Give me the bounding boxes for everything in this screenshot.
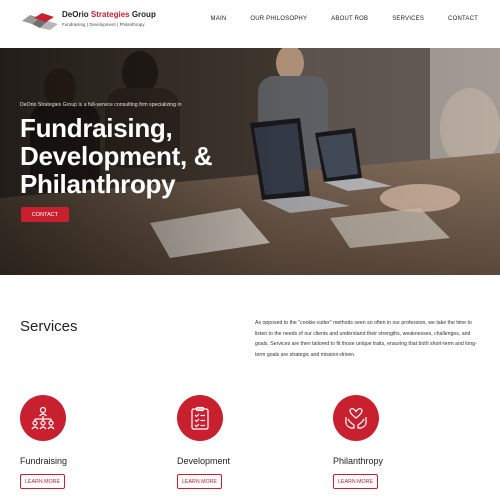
logo-mark-icon: [20, 12, 60, 32]
logo-name-part1: DeOrio: [62, 10, 89, 19]
card-title: Development: [177, 456, 231, 466]
hero-title: Fundraising, Development, & Philanthropy: [20, 114, 280, 198]
services-title: Services: [20, 318, 78, 335]
contact-button[interactable]: CONTACT: [21, 207, 69, 222]
learn-more-button[interactable]: LEARN MORE: [333, 474, 378, 489]
hero-title-line-2: Development, &: [20, 141, 213, 171]
hero-tagline: DeOrio Strategies Group is a full-servic…: [20, 102, 182, 108]
card-title: Fundraising: [20, 456, 68, 466]
services-description: As opposed to the "cookie-cutter" method…: [255, 320, 477, 358]
logo-tagline: Fundraising | Development | Philanthropy: [62, 22, 145, 27]
learn-more-button[interactable]: LEARN MORE: [20, 474, 65, 489]
hero-title-line-1: Fundraising,: [20, 113, 173, 143]
hero-section: DeOrio Strategies Group is a full-servic…: [0, 48, 500, 275]
logo-name-part2: Group: [131, 10, 156, 19]
logo[interactable]: DeOrio Strategies Group Fundraising | De…: [20, 10, 156, 36]
service-card-development: Development LEARN MORE: [177, 395, 297, 495]
service-card-philanthropy: Philanthropy LEARN MORE: [333, 395, 453, 495]
hero-title-line-3: Philanthropy: [20, 169, 176, 199]
logo-name-accent: Strategies: [90, 10, 130, 19]
clipboard-checklist-icon: [177, 395, 223, 441]
site-header: DeOrio Strategies Group Fundraising | De…: [0, 0, 500, 48]
logo-title: DeOrio Strategies Group: [62, 10, 156, 20]
hands-heart-icon: [333, 395, 379, 441]
card-title: Philanthropy: [333, 456, 384, 466]
learn-more-button[interactable]: LEARN MORE: [177, 474, 222, 489]
nav-item-our-philosophy[interactable]: OUR PHILOSOPHY: [250, 16, 307, 22]
nav-item-main[interactable]: MAIN: [211, 16, 227, 22]
nav-item-contact[interactable]: CONTACT: [448, 16, 478, 22]
people-network-icon: [20, 395, 66, 441]
nav-item-about-rob[interactable]: ABOUT ROB: [331, 16, 368, 22]
nav-item-services[interactable]: SERVICES: [392, 16, 424, 22]
main-nav: MAIN OUR PHILOSOPHY ABOUT ROB SERVICES C…: [187, 16, 478, 22]
service-card-fundraising: Fundraising LEARN MORE: [20, 395, 140, 495]
